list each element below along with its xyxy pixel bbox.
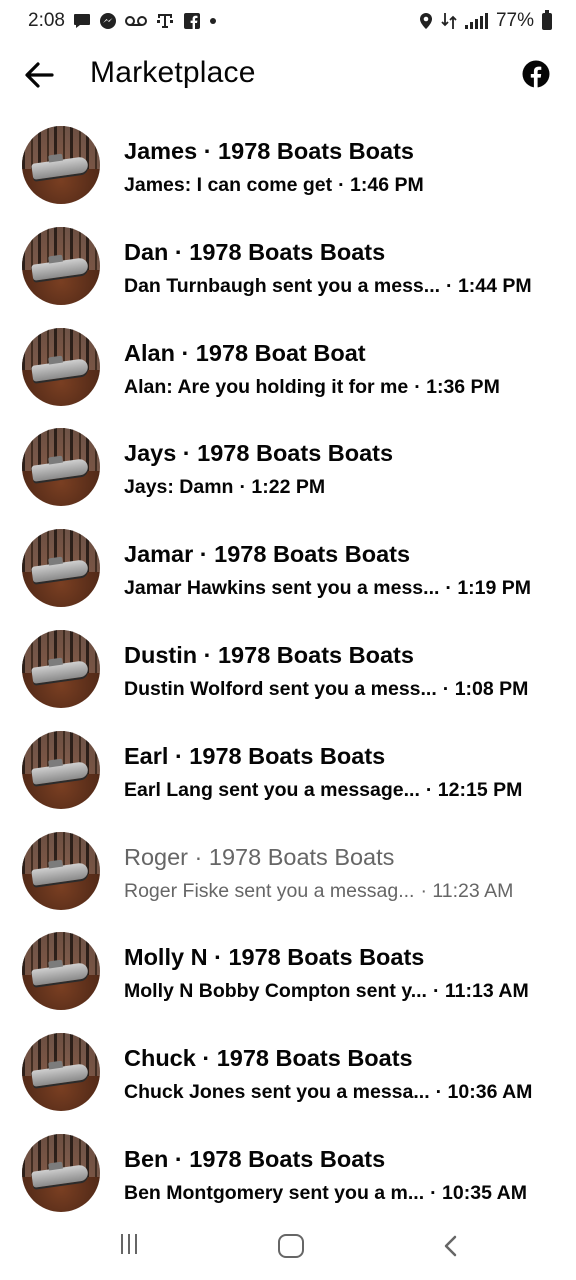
message-time: · 1:22 PM bbox=[239, 476, 326, 499]
conversation-preview: Roger Fiske sent you a messag... · 11:23 … bbox=[124, 880, 552, 903]
avatar bbox=[22, 327, 100, 406]
message-snippet: Earl Lang sent you a message... bbox=[124, 778, 420, 801]
status-left: 2:08 bbox=[28, 8, 217, 34]
message-snippet: Jays: Damn bbox=[124, 476, 234, 499]
avatar bbox=[22, 932, 100, 1011]
avatar bbox=[22, 126, 100, 204]
conversation-row[interactable]: Roger · 1978 Boats Boats Roger Fiske sent… bbox=[0, 820, 576, 921]
conversation-title: Chuck · 1978 Boats Boats bbox=[124, 1045, 413, 1072]
avatar bbox=[22, 730, 100, 809]
signal-icon bbox=[464, 13, 488, 29]
conversation-preview: James: I can come get · 1:46 PM bbox=[124, 174, 552, 197]
location-icon bbox=[419, 12, 433, 30]
conversation-title: Alan · 1978 Boat Boat bbox=[124, 339, 366, 366]
conversation-row[interactable]: Dustin · 1978 Boats Boats Dustin Wolford … bbox=[0, 618, 576, 719]
app-header: Marketplace bbox=[0, 42, 576, 108]
message-snippet: Dustin Wolford sent you a mess... bbox=[124, 677, 437, 700]
conversation-preview: Dan Turnbaugh sent you a mess... · 1:44 P… bbox=[124, 275, 552, 298]
message-time: · 1:19 PM bbox=[445, 577, 532, 600]
message-time: · 10:35 AM bbox=[430, 1181, 527, 1204]
dot-icon bbox=[209, 17, 217, 25]
message-time: · 11:13 AM bbox=[432, 980, 529, 1003]
conversation-row[interactable]: Chuck · 1978 Boats Boats Chuck Jones sent… bbox=[0, 1021, 576, 1122]
conversation-preview: Ben Montgomery sent you a m... · 10:35 AM bbox=[124, 1182, 552, 1205]
avatar bbox=[22, 629, 100, 708]
message-snippet: Roger Fiske sent you a messag... bbox=[124, 879, 415, 902]
message-time: · 12:15 PM bbox=[425, 778, 523, 801]
data-transfer-icon bbox=[441, 11, 457, 31]
conversation-row[interactable]: Dan · 1978 Boats Boats Dan Turnbaugh sent… bbox=[0, 215, 576, 316]
conversation-preview: Dustin Wolford sent you a mess... · 1:08 … bbox=[124, 678, 552, 701]
conversation-title: Ben · 1978 Boats Boats bbox=[124, 1145, 386, 1172]
message-time: · 1:44 PM bbox=[446, 274, 532, 297]
avatar bbox=[22, 831, 100, 910]
conversation-preview: Molly N Bobby Compton sent y... · 11:13 A… bbox=[124, 980, 552, 1003]
conversation-preview: Jays: Damn · 1:22 PM bbox=[124, 476, 552, 499]
avatar bbox=[22, 1033, 100, 1112]
avatar bbox=[22, 529, 100, 608]
message-snippet: Molly N Bobby Compton sent y... bbox=[124, 980, 427, 1003]
conversation-list: James · 1978 Boats Boats James: I can com… bbox=[0, 114, 576, 1223]
conversation-title: Earl · 1978 Boats Boats bbox=[124, 742, 386, 769]
message-snippet: James: I can come get bbox=[124, 174, 333, 196]
conversation-row[interactable]: Jays · 1978 Boats Boats Jays: Damn · 1:22 … bbox=[0, 416, 576, 517]
home-icon[interactable] bbox=[278, 1234, 304, 1258]
message-time: · 1:36 PM bbox=[414, 375, 500, 398]
message-time: · 1:08 PM bbox=[442, 677, 529, 700]
message-snippet: Chuck Jones sent you a messa... bbox=[124, 1081, 430, 1104]
page-title: Marketplace bbox=[90, 56, 256, 89]
conversation-row[interactable]: Alan · 1978 Boat Boat Alan: Are you holdi… bbox=[0, 316, 576, 417]
message-snippet: Dan Turnbaugh sent you a mess... bbox=[124, 274, 441, 297]
battery-percent: 77% bbox=[495, 10, 534, 31]
conversation-preview: Chuck Jones sent you a messa... · 10:36 A… bbox=[124, 1081, 552, 1104]
conversation-title: Dustin · 1978 Boats Boats bbox=[124, 641, 414, 668]
message-snippet: Ben Montgomery sent you a m... bbox=[124, 1181, 425, 1204]
conversation-title: Jamar · 1978 Boats Boats bbox=[124, 541, 411, 568]
message-snippet: Alan: Are you holding it for me bbox=[124, 375, 409, 398]
status-bar: 2:08 77% bbox=[0, 0, 576, 42]
status-right: 77% bbox=[419, 8, 552, 34]
tmobile-icon bbox=[155, 11, 175, 31]
conversation-preview: Alan: Are you holding it for me · 1:36 PM bbox=[124, 376, 552, 399]
conversation-preview: Earl Lang sent you a message... · 12:15 P… bbox=[124, 779, 552, 802]
conversation-title: James · 1978 Boats Boats bbox=[124, 138, 414, 164]
facebook-square-icon bbox=[183, 12, 201, 30]
message-time: · 1:46 PM bbox=[338, 174, 424, 196]
conversation-row[interactable]: Jamar · 1978 Boats Boats Jamar Hawkins se… bbox=[0, 517, 576, 618]
arrow-left-icon[interactable] bbox=[22, 58, 56, 92]
conversation-title: Molly N · 1978 Boats Boats bbox=[124, 944, 425, 971]
status-time: 2:08 bbox=[28, 10, 65, 31]
message-time: · 10:36 AM bbox=[435, 1081, 533, 1104]
avatar bbox=[22, 428, 100, 507]
messenger-icon bbox=[99, 12, 117, 30]
chat-bubble-icon bbox=[73, 13, 91, 29]
conversation-title: Roger · 1978 Boats Boats bbox=[124, 843, 395, 870]
conversation-preview: Jamar Hawkins sent you a mess... · 1:19 P… bbox=[124, 577, 552, 600]
avatar bbox=[22, 226, 100, 305]
conversation-row[interactable]: James · 1978 Boats Boats James: I can com… bbox=[0, 114, 576, 215]
voicemail-icon bbox=[124, 15, 147, 27]
conversation-row[interactable]: Earl · 1978 Boats Boats Earl Lang sent yo… bbox=[0, 719, 576, 820]
conversation-row[interactable]: Molly N · 1978 Boats Boats Molly N Bobby … bbox=[0, 920, 576, 1021]
conversation-title: Jays · 1978 Boats Boats bbox=[124, 440, 394, 467]
navigation-bar bbox=[0, 1216, 576, 1280]
back-icon[interactable] bbox=[440, 1234, 462, 1258]
conversation-row[interactable]: Ben · 1978 Boats Boats Ben Montgomery sen… bbox=[0, 1122, 576, 1223]
avatar bbox=[22, 1133, 100, 1212]
conversation-title: Dan · 1978 Boats Boats bbox=[124, 238, 386, 265]
battery-icon bbox=[542, 9, 552, 30]
message-snippet: Jamar Hawkins sent you a mess... bbox=[124, 577, 440, 600]
recent-apps-icon[interactable] bbox=[118, 1234, 140, 1256]
message-time: · 11:23 AM bbox=[420, 879, 514, 902]
facebook-icon[interactable] bbox=[522, 60, 550, 88]
